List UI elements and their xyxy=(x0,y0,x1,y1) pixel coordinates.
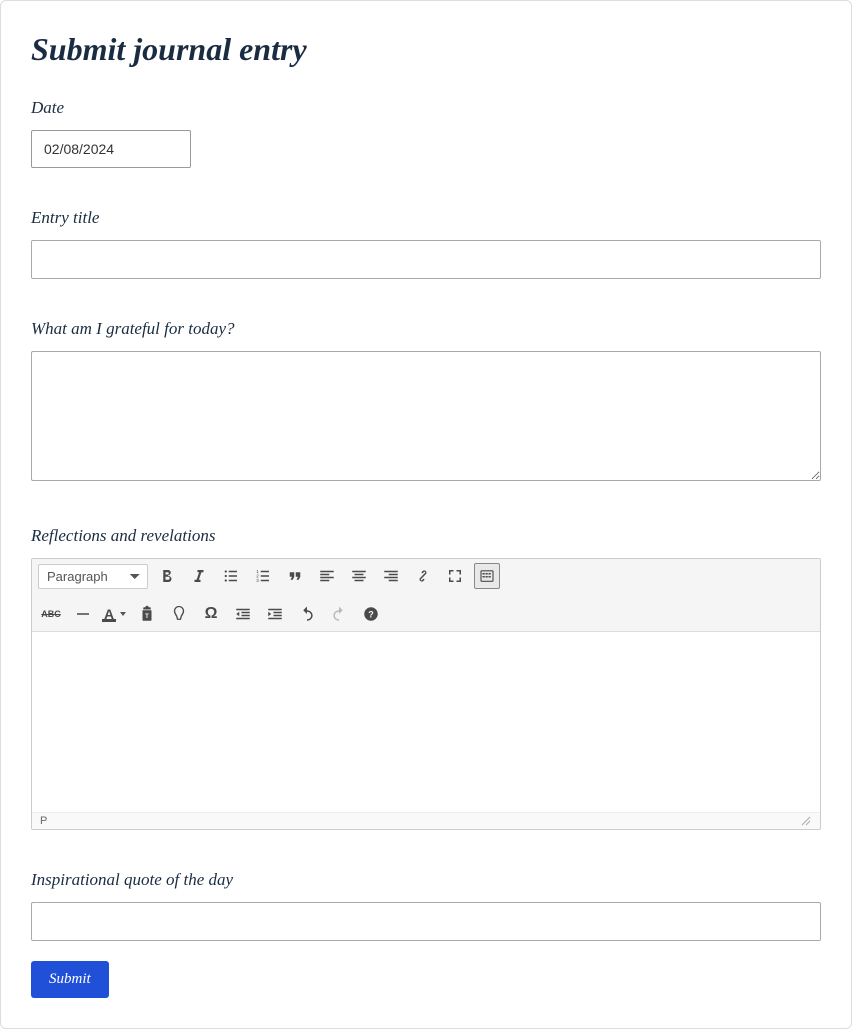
clear-formatting-button[interactable] xyxy=(166,601,192,627)
redo-button[interactable] xyxy=(326,601,352,627)
page-title: Submit journal entry xyxy=(31,31,821,68)
svg-text:T: T xyxy=(145,614,149,620)
quote-field-group: Inspirational quote of the day xyxy=(31,870,821,941)
quote-label: Inspirational quote of the day xyxy=(31,870,821,890)
omega-icon: Ω xyxy=(205,605,218,623)
indent-button[interactable] xyxy=(262,601,288,627)
submit-button[interactable]: Submit xyxy=(31,961,109,998)
bullet-list-button[interactable] xyxy=(218,563,244,589)
blockquote-button[interactable] xyxy=(282,563,308,589)
reflections-field-group: Reflections and revelations Paragraph 12… xyxy=(31,526,821,830)
paste-text-button[interactable]: T xyxy=(134,601,160,627)
fullscreen-button[interactable] xyxy=(442,563,468,589)
help-button[interactable]: ? xyxy=(358,601,384,627)
editor-content-area[interactable] xyxy=(32,632,820,812)
numbered-list-button[interactable]: 123 xyxy=(250,563,276,589)
date-field-group: Date xyxy=(31,98,821,168)
text-color-button[interactable]: A xyxy=(102,607,128,622)
grateful-textarea[interactable] xyxy=(31,351,821,481)
date-input[interactable] xyxy=(31,130,191,168)
outdent-button[interactable] xyxy=(230,601,256,627)
align-right-button[interactable] xyxy=(378,563,404,589)
editor-statusbar: P xyxy=(32,812,820,829)
strikethrough-button[interactable]: ABC xyxy=(38,601,64,627)
title-field-group: Entry title xyxy=(31,208,821,279)
rich-text-editor: Paragraph 123 xyxy=(31,558,821,830)
svg-text:?: ? xyxy=(368,609,374,619)
grateful-label: What am I grateful for today? xyxy=(31,319,821,339)
editor-toolbar: Paragraph 123 xyxy=(32,559,820,632)
form-container: Submit journal entry Date Entry title Wh… xyxy=(0,0,852,1029)
grateful-field-group: What am I grateful for today? xyxy=(31,319,821,486)
toolbar-toggle-button[interactable] xyxy=(474,563,500,589)
strikethrough-icon: ABC xyxy=(41,609,61,619)
undo-button[interactable] xyxy=(294,601,320,627)
title-label: Entry title xyxy=(31,208,821,228)
align-center-button[interactable] xyxy=(346,563,372,589)
special-char-button[interactable]: Ω xyxy=(198,601,224,627)
svg-text:3: 3 xyxy=(256,578,259,583)
editor-resize-handle[interactable] xyxy=(800,815,812,827)
reflections-label: Reflections and revelations xyxy=(31,526,821,546)
align-left-button[interactable] xyxy=(314,563,340,589)
editor-path: P xyxy=(40,815,47,827)
quote-input[interactable] xyxy=(31,902,821,941)
date-label: Date xyxy=(31,98,821,118)
horizontal-rule-button[interactable] xyxy=(70,601,96,627)
link-button[interactable] xyxy=(410,563,436,589)
title-input[interactable] xyxy=(31,240,821,279)
italic-button[interactable] xyxy=(186,563,212,589)
format-select[interactable]: Paragraph xyxy=(38,564,148,589)
bold-button[interactable] xyxy=(154,563,180,589)
dropdown-caret-icon xyxy=(118,609,128,619)
